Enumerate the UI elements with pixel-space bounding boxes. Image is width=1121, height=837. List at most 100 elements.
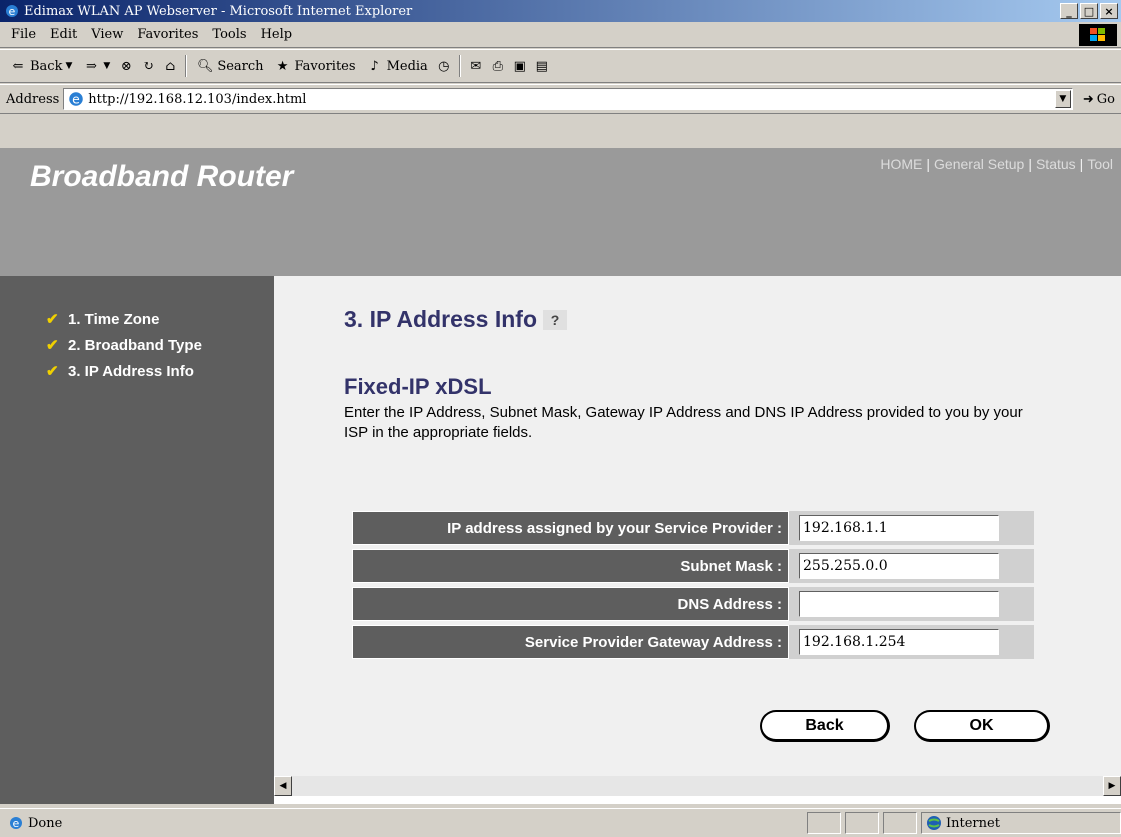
go-label: Go xyxy=(1096,91,1115,107)
dns-address-label: DNS Address : xyxy=(352,587,789,621)
browser-toolbar: ⇐ Back ▼ ⇒ ▼ ⊗ ↻ ⌂ 🔍︎ Search ★ Favorites… xyxy=(0,49,1121,83)
sidebar-item-label: 1. Time Zone xyxy=(68,310,160,328)
status-bar: e Done Internet xyxy=(0,808,1121,837)
nav-tool[interactable]: Tool xyxy=(1087,156,1113,172)
check-icon: ✔ xyxy=(46,337,59,354)
back-dropdown-icon[interactable]: ▼ xyxy=(65,61,72,71)
nav-home[interactable]: HOME xyxy=(880,156,922,172)
scroll-left-icon[interactable]: ◀ xyxy=(274,776,292,796)
back-label: Back xyxy=(30,58,63,74)
menu-favorites[interactable]: Favorites xyxy=(130,27,205,42)
page-icon: e xyxy=(69,92,84,107)
status-text: Done xyxy=(28,815,63,831)
forward-arrow-icon: ⇒ xyxy=(85,58,97,74)
print-icon[interactable]: ⎙ xyxy=(489,57,507,75)
address-label: Address xyxy=(6,91,60,107)
home-icon[interactable]: ⌂ xyxy=(161,57,179,75)
search-button[interactable]: 🔍︎ Search xyxy=(193,55,266,77)
router-header: Broadband Router HOME | General Setup | Stat… xyxy=(0,148,1121,276)
address-bar: Address e http://192.168.12.103/index.ht… xyxy=(0,84,1121,114)
stop-icon[interactable]: ⊗ xyxy=(117,57,135,75)
back-button[interactable]: ⇐ Back ▼ xyxy=(6,55,75,77)
scroll-right-icon[interactable]: ▶ xyxy=(1103,776,1121,796)
menu-edit[interactable]: Edit xyxy=(43,27,84,42)
page-viewport: Broadband Router HOME | General Setup | Stat… xyxy=(0,148,1121,804)
form-row-ip-address: IP address assigned by your Service Prov… xyxy=(352,511,1034,545)
sidebar-item-broadband-type[interactable]: ✔ 2. Broadband Type xyxy=(0,332,274,358)
go-arrow-icon: ➜ xyxy=(1082,91,1094,107)
media-button[interactable]: ♪ Media xyxy=(363,55,431,77)
search-label: Search xyxy=(217,58,264,74)
favorites-icon: ★ xyxy=(276,58,289,74)
ip-address-label: IP address assigned by your Service Prov… xyxy=(352,511,789,545)
help-icon[interactable]: ? xyxy=(543,309,567,330)
scroll-track[interactable] xyxy=(292,776,1103,796)
history-icon[interactable]: ◷ xyxy=(435,57,453,75)
nav-status[interactable]: Status xyxy=(1036,156,1076,172)
ok-button[interactable]: OK xyxy=(914,710,1050,742)
form-row-subnet-mask: Subnet Mask : 255.255.0.0 xyxy=(352,549,1034,583)
form-row-gateway-address: Service Provider Gateway Address : 192.1… xyxy=(352,625,1034,659)
brand-title: Broadband Router xyxy=(30,160,294,193)
address-input[interactable]: e http://192.168.12.103/index.html ▼ xyxy=(63,88,1073,110)
nav-general-setup[interactable]: General Setup xyxy=(934,156,1024,172)
security-zone-pane: Internet xyxy=(921,812,1121,834)
gateway-address-input[interactable]: 192.168.1.254 xyxy=(799,629,999,655)
menu-help[interactable]: Help xyxy=(254,27,300,42)
media-label: Media xyxy=(386,58,428,74)
top-navigation: HOME | General Setup | Status | Tool xyxy=(880,156,1113,172)
check-icon: ✔ xyxy=(46,311,59,328)
discuss-icon[interactable]: ▤ xyxy=(533,57,551,75)
check-icon: ✔ xyxy=(46,363,59,380)
status-pane xyxy=(883,812,917,834)
favorites-label: Favorites xyxy=(294,58,356,74)
toolbar-separator xyxy=(185,55,188,77)
window-title-bar: e Edimax WLAN AP Webserver - Microsoft I… xyxy=(0,0,1121,22)
section-description: Enter the IP Address, Subnet Mask, Gatew… xyxy=(344,404,1023,441)
subnet-mask-input[interactable]: 255.255.0.0 xyxy=(799,553,999,579)
address-url: http://192.168.12.103/index.html xyxy=(88,91,307,107)
sidebar-item-ip-address-info[interactable]: ✔ 3. IP Address Info xyxy=(0,358,274,384)
favorites-button[interactable]: ★ Favorites xyxy=(271,55,359,77)
svg-text:e: e xyxy=(72,93,80,107)
forward-dropdown-icon[interactable]: ▼ xyxy=(103,61,110,71)
form-buttons: Back OK xyxy=(760,710,1050,742)
back-form-button[interactable]: Back xyxy=(760,710,890,742)
svg-text:e: e xyxy=(13,817,20,830)
ip-settings-form: IP address assigned by your Service Prov… xyxy=(352,511,1034,663)
sidebar-item-time-zone[interactable]: ✔ 1. Time Zone xyxy=(0,306,274,332)
form-row-dns-address: DNS Address : xyxy=(352,587,1034,621)
address-dropdown-icon[interactable]: ▼ xyxy=(1054,90,1071,108)
gateway-address-label: Service Provider Gateway Address : xyxy=(352,625,789,659)
page-title: 3. IP Address Info ? xyxy=(344,306,567,333)
page-title-text: 3. IP Address Info xyxy=(344,306,537,332)
mail-icon[interactable]: ✉ xyxy=(467,57,485,75)
close-button[interactable]: × xyxy=(1100,3,1118,19)
back-arrow-icon: ⇐ xyxy=(12,58,24,74)
edit-icon[interactable]: ▣ xyxy=(511,57,529,75)
internet-globe-icon xyxy=(927,816,941,830)
menu-view[interactable]: View xyxy=(84,27,130,42)
sidebar-item-label: 2. Broadband Type xyxy=(68,336,202,354)
window-title: Edimax WLAN AP Webserver - Microsoft Int… xyxy=(24,3,413,19)
menu-tools[interactable]: Tools xyxy=(205,27,253,42)
status-pane xyxy=(845,812,879,834)
refresh-icon[interactable]: ↻ xyxy=(139,57,157,75)
ie-app-icon: e xyxy=(6,5,18,18)
menu-bar: File Edit View Favorites Tools Help xyxy=(0,22,1121,48)
svg-text:e: e xyxy=(9,5,16,18)
search-icon: 🔍︎ xyxy=(197,58,214,74)
ip-address-input[interactable]: 192.168.1.1 xyxy=(799,515,999,541)
main-content: 3. IP Address Info ? Fixed-IP xDSL Enter… xyxy=(274,276,1121,776)
menu-file[interactable]: File xyxy=(4,27,43,42)
windows-logo-icon xyxy=(1079,24,1117,46)
forward-button[interactable]: ⇒ ▼ xyxy=(79,55,113,77)
maximize-button[interactable]: □ xyxy=(1080,3,1098,19)
toolbar-separator xyxy=(458,55,461,77)
dns-address-input[interactable] xyxy=(799,591,999,617)
minimize-button[interactable]: _ xyxy=(1060,3,1078,19)
go-button[interactable]: ➜ Go xyxy=(1077,92,1121,107)
zone-label: Internet xyxy=(946,815,1000,831)
section-title: Fixed-IP xDSL xyxy=(344,374,492,399)
horizontal-scrollbar[interactable]: ◀ ▶ xyxy=(274,776,1121,796)
